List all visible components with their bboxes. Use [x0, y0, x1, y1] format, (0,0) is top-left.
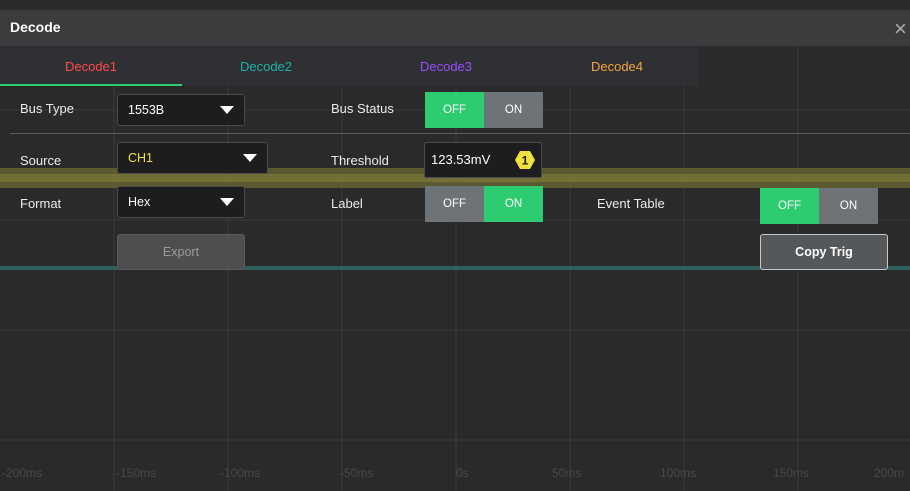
label-toggle[interactable]: OFF ON [425, 186, 543, 222]
tab-decode1-label: Decode1 [64, 59, 118, 74]
tab-decode4-label: Decode4 [590, 59, 644, 74]
threshold-value: 123.53mV [431, 152, 491, 167]
bus-type-value: 1553B [128, 103, 165, 117]
bus-status-off[interactable]: OFF [425, 92, 484, 128]
tab-decode1[interactable]: Decode1 [0, 46, 182, 86]
time-axis-label: -150ms [116, 466, 157, 480]
format-label: Format [20, 196, 62, 211]
copy-trig-button[interactable]: Copy Trig [760, 234, 888, 270]
time-axis-label: -100ms [220, 466, 261, 480]
source-value: CH1 [128, 151, 154, 165]
caret-down-icon [220, 106, 234, 114]
bus-type-label: Bus Type [20, 101, 74, 116]
label-off[interactable]: OFF [425, 186, 484, 222]
bus-status-label: Bus Status [331, 101, 394, 116]
tab-decode2-label: Decode2 [239, 59, 293, 74]
section-divider [10, 133, 910, 134]
label-on[interactable]: ON [484, 186, 543, 222]
export-button[interactable]: Export [117, 234, 245, 270]
channel-badge-icon: 1 [515, 151, 535, 169]
tab-decode4[interactable]: Decode4 [526, 46, 708, 86]
channel-badge-text: 1 [522, 154, 529, 168]
source-label: Source [20, 153, 62, 168]
source-select[interactable]: CH1 [117, 142, 268, 174]
threshold-label: Threshold [331, 153, 389, 168]
dialog-titlebar [0, 10, 910, 46]
bus-status-on[interactable]: ON [484, 92, 543, 128]
close-icon[interactable]: × [894, 18, 910, 40]
label-toggle-label: Label [331, 196, 363, 211]
format-value: Hex [128, 195, 151, 209]
time-axis-label: 100ms [660, 466, 697, 480]
caret-down-icon [243, 154, 257, 162]
event-table-label: Event Table [597, 196, 665, 211]
event-table-off[interactable]: OFF [760, 188, 819, 224]
tab-decode3[interactable]: Decode3 [355, 46, 537, 86]
bus-type-select[interactable]: 1553B [117, 94, 245, 126]
threshold-input[interactable]: 123.53mV 1 [424, 142, 542, 178]
bus-status-toggle[interactable]: OFF ON [425, 92, 543, 128]
time-axis-label: -200ms [2, 466, 43, 480]
event-table-on[interactable]: ON [819, 188, 878, 224]
event-table-toggle[interactable]: OFF ON [760, 188, 878, 224]
tab-decode3-label: Decode3 [419, 59, 473, 74]
tab-decode2[interactable]: Decode2 [175, 46, 357, 86]
time-axis-label: 50ms [552, 466, 582, 480]
active-tab-indicator [0, 84, 182, 86]
format-select[interactable]: Hex [117, 186, 245, 218]
time-axis-label: 200m [874, 466, 905, 480]
time-axis-label: 150ms [773, 466, 810, 480]
time-axis-label: -50ms [340, 466, 374, 480]
caret-down-icon [220, 198, 234, 206]
time-axis-label: 0s [456, 466, 469, 480]
dialog-title: Decode [10, 19, 61, 35]
decode-tabs: Decode1 Decode2 Decode3 Decode4 [0, 46, 698, 86]
